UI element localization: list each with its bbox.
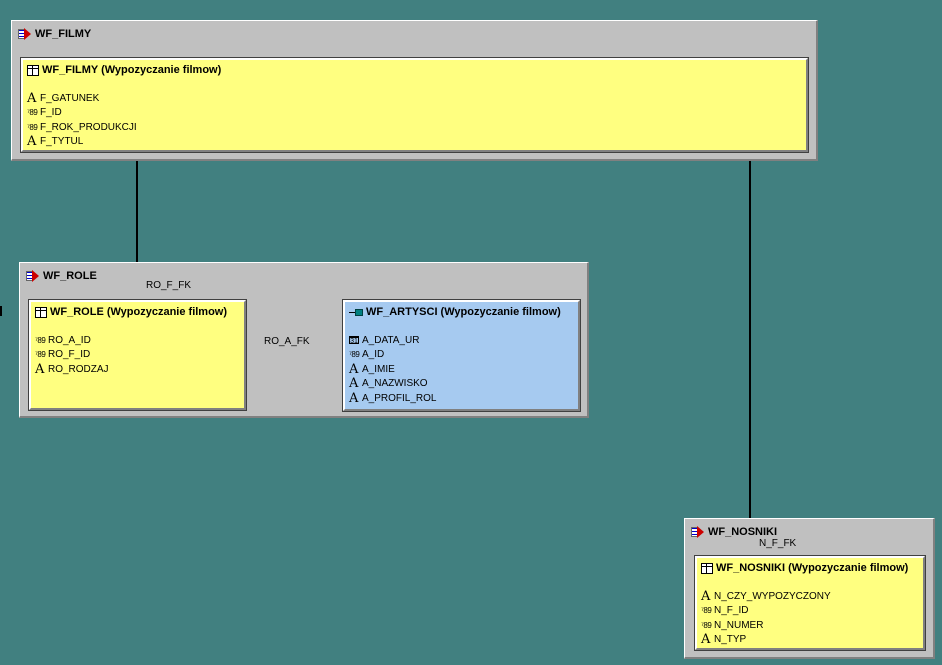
column-name: A_IMIE [362, 363, 395, 375]
model-folder-icon [18, 28, 32, 40]
column-row[interactable]: ⁷89 A_ID [349, 348, 436, 363]
number-type-icon: ⁷89 [35, 335, 46, 345]
date-type-icon: 31 [349, 336, 359, 346]
column-row[interactable]: 31 A_DATA_UR [349, 333, 436, 348]
number-type-icon: ⁷89 [27, 122, 38, 132]
text-type-icon: A [27, 134, 37, 150]
view-wf-artysci[interactable]: WF_ARTYSCI (Wypozyczanie filmow) 31 A_DAT… [342, 299, 581, 412]
column-row[interactable]: A RO_RODZAJ [35, 362, 109, 377]
model-folder-icon [26, 270, 40, 282]
table-wf-nosniki[interactable]: WF_NOSNIKI (Wypozyczanie filmow) A N_CZY_… [694, 555, 926, 651]
folder-title-label: WF_NOSNIKI [708, 526, 778, 538]
table-title: WF_ROLE (Wypozyczanie filmow) [35, 306, 227, 318]
text-type-icon: A [349, 376, 359, 392]
column-row[interactable]: A F_TYTUL [27, 135, 137, 150]
column-row[interactable]: A F_GATUNEK [27, 91, 137, 106]
text-type-icon: A [349, 390, 359, 406]
folder-title: WF_FILMY [18, 28, 91, 40]
column-row[interactable]: A N_CZY_WYPOZYCZONY [701, 589, 831, 604]
column-name: F_ID [40, 107, 62, 119]
column-name: A_PROFIL_ROL [362, 392, 437, 404]
table-title-label: WF_NOSNIKI (Wypozyczanie filmow) [716, 562, 909, 574]
column-name: A_DATA_UR [362, 334, 420, 346]
folder-title: WF_ROLE [26, 270, 97, 282]
table-icon [27, 64, 39, 76]
column-name: A_NAZWISKO [362, 378, 428, 390]
text-type-icon: A [27, 90, 37, 106]
view-icon [349, 308, 363, 317]
number-type-icon: ⁷89 [701, 620, 712, 630]
table-title: WF_NOSNIKI (Wypozyczanie filmow) [701, 562, 908, 574]
column-list: A F_GATUNEK ⁷89 F_ID ⁷89 F_ROK_PRODUKCJI AF… [27, 91, 137, 149]
column-row[interactable]: ⁷89 F_ROK_PRODUKCJI [27, 120, 137, 135]
column-name: N_F_ID [714, 605, 749, 617]
relation-label-ro-f-fk: RO_F_FK [146, 280, 192, 291]
column-name: F_ROK_PRODUKCJI [40, 121, 137, 133]
column-name: F_GATUNEK [40, 92, 100, 104]
relation-label-ro-a-fk: RO_A_FK [264, 336, 310, 347]
number-type-icon: ⁷89 [349, 350, 360, 360]
column-name: RO_F_ID [48, 349, 91, 361]
column-list: ⁷89 RO_A_ID ⁷89 RO_F_ID A RO_RODZAJ [35, 333, 109, 377]
table-wf-role[interactable]: WF_ROLE (Wypozyczanie filmow) ⁷89 RO_A_ID… [28, 299, 247, 411]
column-name: RO_RODZAJ [48, 363, 109, 375]
model-folder-icon [691, 526, 705, 538]
column-list: A N_CZY_WYPOZYCZONY ⁷89 N_F_ID ⁷89 N_NUMER … [701, 589, 831, 647]
column-name: F_TYTUL [40, 136, 84, 148]
text-type-icon: A [701, 588, 711, 604]
column-row[interactable]: A A_PROFIL_ROL [349, 391, 436, 406]
column-name: A_ID [362, 349, 385, 361]
table-title-label: WF_FILMY (Wypozyczanie filmow) [42, 64, 222, 76]
column-row[interactable]: ⁷89 RO_F_ID [35, 348, 109, 363]
column-row[interactable]: ⁷89 N_NUMER [701, 618, 831, 633]
column-row[interactable]: ⁷89 N_F_ID [701, 604, 831, 619]
folder-title-label: WF_FILMY [35, 28, 92, 40]
column-row[interactable]: A A_NAZWISKO [349, 377, 436, 392]
column-row[interactable]: ⁷89 RO_A_ID [35, 333, 109, 348]
column-list: 31 A_DATA_UR ⁷89 A_ID A A_IMIE A A_NAZWISKO … [349, 333, 436, 406]
table-icon [701, 562, 713, 574]
table-title-label: WF_ARTYSCI (Wypozyczanie filmow) [366, 306, 561, 318]
relation-line-n-f-fk[interactable] [739, 153, 761, 557]
column-row[interactable]: A A_IMIE [349, 362, 436, 377]
column-name: N_TYP [714, 634, 747, 646]
column-name: N_NUMER [714, 619, 764, 631]
folder-title-label: WF_ROLE [43, 270, 97, 282]
number-type-icon: ⁷89 [35, 350, 46, 360]
table-title: WF_ARTYSCI (Wypozyczanie filmow) [349, 306, 561, 318]
text-type-icon: A [701, 632, 711, 648]
number-type-icon: ⁷89 [27, 108, 38, 118]
table-title-label: WF_ROLE (Wypozyczanie filmow) [50, 306, 228, 318]
column-row[interactable]: A N_TYP [701, 633, 831, 648]
table-wf-filmy[interactable]: WF_FILMY (Wypozyczanie filmow) A F_GATUNE… [20, 57, 809, 153]
folder-title: WF_NOSNIKI [691, 526, 777, 538]
column-row[interactable]: ⁷89 F_ID [27, 106, 137, 121]
number-type-icon: ⁷89 [701, 606, 712, 616]
column-name: N_CZY_WYPOZYCZONY [714, 590, 831, 602]
edge-marker [0, 306, 2, 316]
table-icon [35, 306, 47, 318]
relation-label-n-f-fk: N_F_FK [759, 538, 797, 549]
text-type-icon: A [35, 361, 45, 377]
text-type-icon: A [349, 361, 359, 377]
table-title: WF_FILMY (Wypozyczanie filmow) [27, 64, 221, 76]
column-name: RO_A_ID [48, 334, 91, 346]
